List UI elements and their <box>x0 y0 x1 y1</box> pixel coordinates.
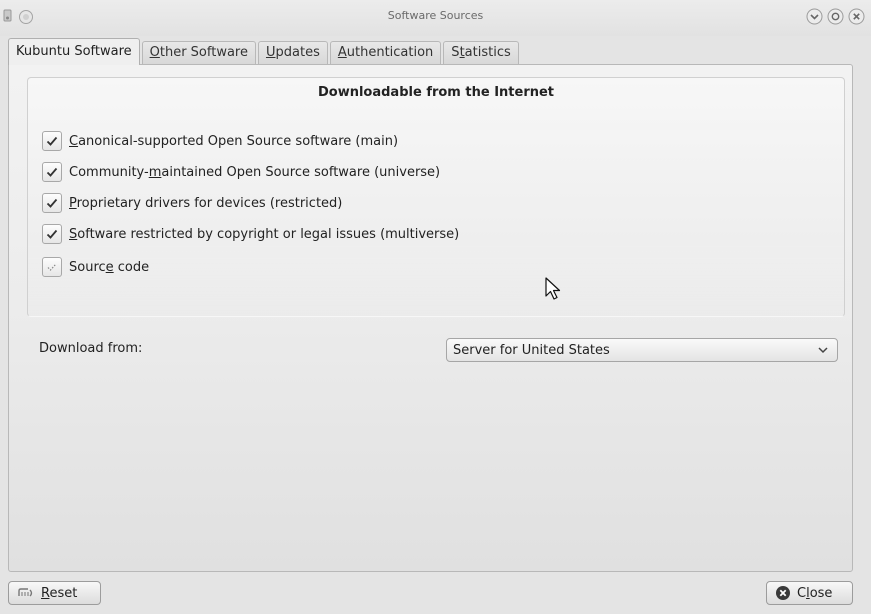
checkbox-label: Source code <box>69 259 150 275</box>
component-restricted[interactable]: Proprietary drivers for devices (restric… <box>42 192 342 214</box>
close-button[interactable]: Close <box>766 581 853 605</box>
component-source-code[interactable]: Source code <box>42 256 149 278</box>
reset-button[interactable]: Reset <box>8 581 101 605</box>
checkmark-icon <box>46 198 58 208</box>
minimize-icon[interactable] <box>806 8 823 25</box>
window-title: Software Sources <box>387 9 484 22</box>
tab-updates[interactable]: Updates <box>257 41 328 64</box>
group-title: Downloadable from the Internet <box>317 85 555 100</box>
tab-label: atistics <box>464 45 511 60</box>
checkbox-restricted[interactable] <box>42 193 62 213</box>
checkbox-label: Canonical-supported Open Source software… <box>69 133 399 149</box>
checkbox-main[interactable] <box>42 131 62 151</box>
component-main[interactable]: Canonical-supported Open Source software… <box>42 130 398 152</box>
tab-panel-kubuntu-software: Downloadable from the Internet Canonical… <box>8 64 853 572</box>
downloadable-group: Downloadable from the Internet Canonical… <box>27 77 845 317</box>
download-server-select[interactable]: Server for United States <box>446 338 838 362</box>
tab-statistics[interactable]: Statistics <box>443 41 519 64</box>
tab-other-software[interactable]: Other Software <box>141 41 256 64</box>
title-bar: Software Sources <box>0 0 871 36</box>
mouse-pointer-icon <box>545 277 561 300</box>
component-multiverse[interactable]: Software restricted by copyright or lega… <box>42 223 459 245</box>
checkbox-label: Software restricted by copyright or lega… <box>69 226 460 242</box>
checkbox-source-code[interactable] <box>42 257 62 277</box>
tab-label: Kubuntu Software <box>16 44 132 59</box>
download-server-value: Server for United States <box>453 342 610 358</box>
checkbox-multiverse[interactable] <box>42 224 62 244</box>
close-circle-icon <box>776 586 790 600</box>
partial-check-icon <box>47 263 57 271</box>
checkbox-label: Proprietary drivers for devices (restric… <box>69 195 343 211</box>
checkbox-label: Community-maintained Open Source softwar… <box>69 164 441 180</box>
maximize-icon[interactable] <box>827 8 844 25</box>
download-from-label: Download from: <box>39 341 143 356</box>
tab-accel: U <box>265 45 276 60</box>
tab-label: ther Software <box>159 45 248 60</box>
window-close-icon[interactable] <box>848 8 865 25</box>
component-universe[interactable]: Community-maintained Open Source softwar… <box>42 161 440 183</box>
tab-accel: A <box>337 45 347 60</box>
tab-authentication[interactable]: Authentication <box>329 41 442 64</box>
tab-accel: O <box>149 45 160 60</box>
tab-bar: Kubuntu Software Other Software Updates … <box>8 38 521 65</box>
checkmark-icon <box>46 167 58 177</box>
reset-label: Reset <box>41 585 78 601</box>
close-label: Close <box>797 585 833 601</box>
checkbox-universe[interactable] <box>42 162 62 182</box>
tab-label: S <box>451 45 460 60</box>
tab-label: pdates <box>275 45 320 60</box>
tab-label: uthentication <box>346 45 434 60</box>
tab-kubuntu-software[interactable]: Kubuntu Software <box>8 38 140 65</box>
chevron-down-icon <box>818 347 828 354</box>
checkmark-icon <box>46 136 58 146</box>
checkmark-icon <box>46 229 58 239</box>
reset-icon <box>18 588 33 597</box>
